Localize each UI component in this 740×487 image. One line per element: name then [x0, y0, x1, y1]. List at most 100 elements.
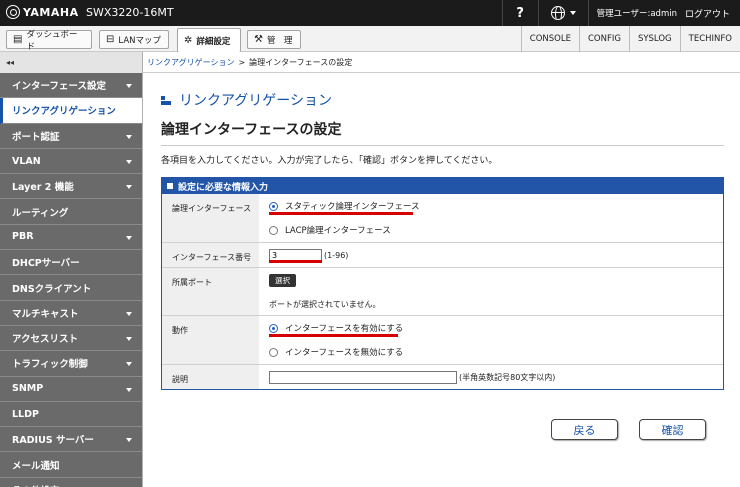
yamaha-logo: YAMAHA — [6, 5, 79, 19]
sidebar-item[interactable]: PBR — [0, 224, 142, 251]
enable-interface-radio[interactable] — [269, 323, 278, 333]
description-hint: (半角英数記号80文字以内) — [459, 372, 556, 382]
sidebar-item[interactable]: ポート認証 — [0, 123, 142, 149]
sidebar-item[interactable]: その他設定 — [0, 477, 142, 487]
main-content: リンクアグリゲーション > 論理インターフェースの設定 リンクアグリゲーション … — [143, 52, 740, 487]
sidebar-item-label: トラフィック制御 — [12, 359, 88, 371]
chevron-down-icon — [569, 11, 576, 15]
highlight-underline — [269, 260, 322, 263]
help-button[interactable]: ? — [501, 0, 538, 26]
enable-interface-option[interactable]: インターフェースを有効にする — [269, 316, 723, 340]
back-button[interactable]: 戻る — [551, 419, 618, 440]
interface-type-label: 論理インターフェース — [162, 194, 259, 242]
chevron-down-icon — [126, 336, 132, 341]
sidebar-item[interactable]: SNMP — [0, 376, 142, 402]
breadcrumb-current: 論理インターフェースの設定 — [249, 57, 353, 67]
form-header: 設定に必要な情報入力 — [162, 178, 723, 194]
sidebar-collapse-button[interactable]: ◂◂ — [0, 52, 142, 73]
ports-status: ポートが選択されていません。 — [269, 300, 381, 309]
sidebar-item[interactable]: Layer 2 機能 — [0, 174, 142, 200]
tab-lan-map[interactable]: ⊟ LANマップ — [99, 30, 169, 49]
sidebar-item[interactable]: メール通知 — [0, 452, 142, 478]
sidebar-item-label: RADIUS サーバー — [12, 435, 94, 447]
sidebar-item-label: ポート認証 — [12, 131, 60, 143]
action-row: 動作 インターフェースを有効にする インターフェースを無効にする — [162, 316, 723, 365]
syslog-link[interactable]: SYSLOG — [628, 26, 680, 52]
sidebar-item[interactable]: アクセスリスト — [0, 325, 142, 352]
static-interface-option[interactable]: スタティック論理インターフェース — [269, 194, 723, 218]
sidebar-item[interactable]: DHCPサーバー — [0, 250, 142, 276]
sidebar-item-label: その他設定 — [12, 483, 60, 487]
section-title: リンクアグリゲーション — [161, 90, 332, 110]
description-input[interactable] — [269, 370, 457, 384]
sidebar-item[interactable]: RADIUS サーバー — [0, 427, 142, 453]
chevron-down-icon — [126, 362, 132, 367]
static-interface-radio[interactable] — [269, 201, 278, 211]
tab-management[interactable]: ⚒ 管 理 — [247, 30, 301, 49]
section-title-text: リンクアグリゲーション — [179, 93, 333, 109]
lacp-interface-text: LACP論理インターフェース — [285, 226, 391, 236]
tab-advanced-settings-label: 詳細設定 — [196, 36, 231, 47]
interface-number-row: インターフェース番号 (1-96) — [162, 243, 723, 268]
sidebar-item-label: PBR — [12, 231, 34, 243]
tab-dashboard-label: ダッシュボード — [26, 29, 78, 52]
brand-name: YAMAHA — [23, 5, 79, 19]
action-label: 動作 — [162, 316, 259, 364]
select-ports-button[interactable]: 選択 — [269, 274, 296, 287]
sidebar-item-label: ルーティング — [12, 207, 69, 219]
sidebar-item[interactable]: LLDP — [0, 401, 142, 428]
sidebar-item[interactable]: インターフェース設定 — [0, 73, 142, 99]
logout-link[interactable]: ログアウト — [685, 0, 740, 26]
breadcrumb-link[interactable]: リンクアグリゲーション — [147, 57, 234, 68]
sidebar-item-label: SNMP — [12, 383, 44, 395]
tab-management-label: 管 理 — [266, 35, 293, 46]
square-bullet-icon — [167, 183, 173, 189]
sidebar-item[interactable]: リンクアグリゲーション — [0, 98, 142, 124]
chevron-down-icon — [126, 159, 132, 164]
static-interface-text: スタティック論理インターフェース — [285, 202, 420, 212]
interface-type-row: 論理インターフェース スタティック論理インターフェース LACP論理インターフェ… — [162, 194, 723, 243]
sidebar-item-label: インターフェース設定 — [12, 81, 106, 93]
globe-icon — [550, 6, 565, 20]
sidebar-item[interactable]: トラフィック制御 — [0, 351, 142, 377]
techinfo-link[interactable]: TECHINFO — [679, 26, 740, 52]
breadcrumb-separator: > — [238, 57, 246, 67]
confirm-button[interactable]: 確認 — [639, 419, 706, 440]
member-ports-label: 所属ポート — [162, 268, 259, 315]
settings-form: 設定に必要な情報入力 論理インターフェース スタティック論理インターフェース L… — [161, 177, 724, 390]
language-menu[interactable] — [537, 0, 588, 26]
sidebar-item-label: メール通知 — [12, 460, 60, 472]
sidebar-item[interactable]: マルチキャスト — [0, 300, 142, 326]
sidebar-item[interactable]: DNSクライアント — [0, 275, 142, 301]
chevron-down-icon — [126, 387, 132, 392]
top-bar: YAMAHA SWX3220-16MT ? 管理ユーザー:admin ログアウト — [0, 0, 740, 26]
highlight-underline — [269, 334, 398, 337]
form-header-text: 設定に必要な情報入力 — [178, 182, 269, 193]
lacp-interface-option[interactable]: LACP論理インターフェース — [269, 218, 723, 242]
lacp-interface-radio[interactable] — [269, 225, 278, 235]
enable-interface-text: インターフェースを有効にする — [285, 324, 404, 334]
disable-interface-radio[interactable] — [269, 347, 278, 357]
section-bullet-icon — [161, 95, 171, 105]
chevron-down-icon — [126, 438, 132, 443]
interface-number-range: (1-96) — [324, 250, 349, 260]
title-divider — [161, 145, 724, 146]
disable-interface-text: インターフェースを無効にする — [285, 348, 404, 358]
chevron-down-icon — [126, 84, 132, 88]
wrench-icon: ⚒ — [254, 34, 263, 45]
sidebar-item[interactable]: ルーティング — [0, 199, 142, 225]
disable-interface-option[interactable]: インターフェースを無効にする — [269, 340, 723, 364]
description-row: 説明 (半角英数記号80文字以内) — [162, 365, 723, 389]
console-link[interactable]: CONSOLE — [520, 26, 579, 52]
gear-icon: ✲ — [184, 35, 193, 46]
chevron-down-icon — [126, 134, 132, 139]
sidebar-item[interactable]: VLAN — [0, 148, 142, 175]
sidebar-item-label: Layer 2 機能 — [12, 182, 74, 194]
sidebar-item-label: LLDP — [12, 408, 39, 420]
tab-advanced-settings[interactable]: ✲ 詳細設定 — [177, 28, 241, 52]
model-name: SWX3220-16MT — [86, 6, 174, 19]
highlight-underline — [269, 212, 413, 215]
tab-dashboard[interactable]: ▤ ダッシュボード — [6, 29, 92, 52]
config-link[interactable]: CONFIG — [578, 26, 629, 52]
sidebar-menu: インターフェース設定リンクアグリゲーションポート認証 VLAN Layer 2 機能… — [0, 73, 142, 487]
